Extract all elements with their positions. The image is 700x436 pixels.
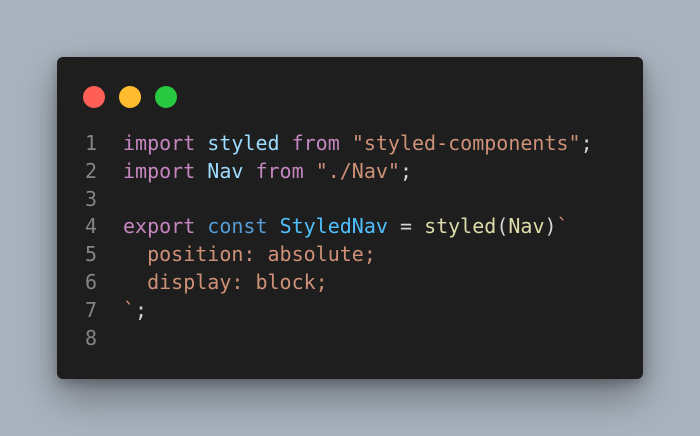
code-token-storage: const	[207, 214, 268, 239]
line-number: 2	[84, 158, 97, 183]
line-content: position: absolute;	[123, 241, 376, 269]
code-token-tick: `	[556, 214, 569, 239]
code-token-punct: ;	[580, 131, 593, 155]
code-token-keyword: export	[123, 214, 196, 239]
code-token-punct	[195, 159, 207, 183]
line-number: 3	[84, 186, 97, 211]
code-token-ident: Nav	[207, 158, 244, 183]
window-controls	[83, 86, 177, 108]
code-token-punct	[268, 214, 280, 238]
code-token-punct: ;	[399, 158, 413, 183]
close-button[interactable]	[83, 86, 105, 108]
code-token-string: "styled-components"	[351, 131, 581, 155]
line-number: 6	[84, 269, 97, 294]
code-token-class: StyledNav	[279, 214, 388, 239]
code-token-keyword: import	[123, 131, 196, 155]
code-token-tick: `	[123, 297, 136, 322]
code-line: 3	[57, 186, 643, 214]
code-line: 7 `;	[57, 297, 643, 325]
code-window: 1 import styled from "styled-components";…	[57, 57, 643, 379]
line-number: 5	[84, 242, 97, 267]
code-block: 1 import styled from "styled-components";…	[57, 130, 643, 352]
line-number: 7	[84, 297, 97, 322]
code-token-punct	[280, 131, 292, 155]
code-token-punct	[340, 131, 352, 155]
code-line: 1 import styled from "styled-components";	[57, 130, 643, 158]
line-content: `;	[123, 297, 147, 325]
code-token-punct: (	[496, 214, 509, 239]
code-token-punct: ;	[135, 297, 148, 322]
code-token-prop: display: block;	[123, 269, 328, 294]
code-token-prop: position: absolute;	[123, 242, 376, 267]
maximize-button[interactable]	[155, 86, 177, 108]
code-token-keyword: import	[123, 158, 196, 183]
code-token-keyword: from	[291, 131, 340, 155]
line-number: 8	[84, 325, 97, 350]
code-token-punct	[195, 131, 207, 155]
line-content: display: block;	[123, 269, 328, 297]
line-content: import Nav from "./Nav";	[123, 158, 412, 186]
line-content: import styled from "styled-components";	[123, 130, 593, 158]
code-token-keyword: from	[255, 158, 304, 183]
code-token-string: "./Nav"	[315, 158, 400, 183]
code-token-punct: )	[544, 214, 557, 239]
code-token-punct	[304, 159, 316, 183]
minimize-button[interactable]	[119, 86, 141, 108]
code-token-punct: =	[387, 214, 425, 239]
line-number: 1	[84, 131, 97, 155]
code-token-punct	[243, 159, 255, 183]
code-line: 8	[57, 325, 643, 353]
code-line: 5 position: absolute;	[57, 241, 643, 269]
code-line: 2 import Nav from "./Nav";	[57, 158, 643, 186]
code-line: 6 display: block;	[57, 269, 643, 297]
line-content: export const StyledNav = styled(Nav)`	[123, 213, 569, 241]
code-token-ident: styled	[207, 131, 280, 155]
code-token-func: styled	[424, 214, 497, 239]
code-token-func: Nav	[508, 214, 545, 239]
code-token-punct	[195, 214, 207, 238]
line-number: 4	[84, 214, 97, 239]
code-line: 4 export const StyledNav = styled(Nav)`	[57, 213, 643, 241]
